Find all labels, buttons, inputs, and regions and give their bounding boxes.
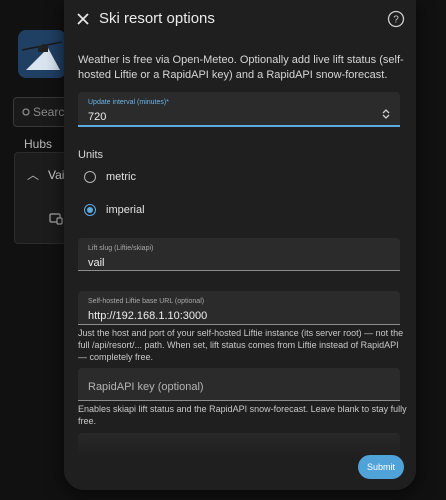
update-interval-value[interactable]: 720	[88, 111, 106, 123]
units-option-metric[interactable]: metric	[84, 171, 136, 183]
lift-slug-label: Lift slug (Liftie/skiapi)	[88, 245, 154, 252]
options-dialog: Ski resort options ? Weather is free via…	[64, 0, 416, 490]
liftie-url-helper: Just the host and port of your self-host…	[78, 328, 404, 362]
liftie-url-value[interactable]: http://192.168.1.10:3000	[88, 310, 207, 322]
hubs-heading: Hubs	[24, 137, 53, 151]
radio-imperial[interactable]	[84, 204, 96, 216]
integration-logo	[18, 30, 66, 78]
device-icon	[49, 212, 63, 230]
help-icon[interactable]: ?	[387, 10, 405, 28]
search-icon	[22, 105, 30, 123]
number-stepper-icon[interactable]	[382, 106, 390, 124]
chevron-up-icon[interactable]: ︿	[27, 166, 39, 183]
units-label: Units	[78, 149, 104, 161]
update-interval-label: Update interval (minutes)*	[88, 99, 169, 106]
lift-slug-field[interactable]: Lift slug (Liftie/skiapi) vail	[78, 238, 400, 271]
liftie-url-field[interactable]: Self-hosted Liftie base URL (optional) h…	[78, 291, 400, 325]
submit-button[interactable]: Submit	[358, 455, 404, 479]
radio-metric[interactable]	[84, 171, 96, 183]
liftie-url-label: Self-hosted Liftie base URL (optional)	[88, 298, 205, 305]
lift-slug-value[interactable]: vail	[88, 257, 105, 269]
rapidapi-key-field[interactable]: RapidAPI key (optional)	[78, 368, 400, 401]
update-interval-field[interactable]: Update interval (minutes)* 720	[78, 92, 400, 127]
ski-lift-icon	[21, 41, 63, 70]
close-icon[interactable]	[75, 11, 91, 27]
rapidapi-key-placeholder: RapidAPI key (optional)	[88, 381, 204, 393]
svg-text:?: ?	[393, 15, 399, 26]
units-option-imperial[interactable]: imperial	[84, 204, 145, 216]
units-option-label: imperial	[106, 204, 145, 216]
rapidapi-key-helper: Enables skiapi lift status and the Rapid…	[78, 404, 407, 426]
dialog-title: Ski resort options	[99, 10, 215, 27]
units-option-label: metric	[106, 171, 136, 183]
intro-text: Weather is free via Open-Meteo. Optional…	[78, 54, 404, 81]
